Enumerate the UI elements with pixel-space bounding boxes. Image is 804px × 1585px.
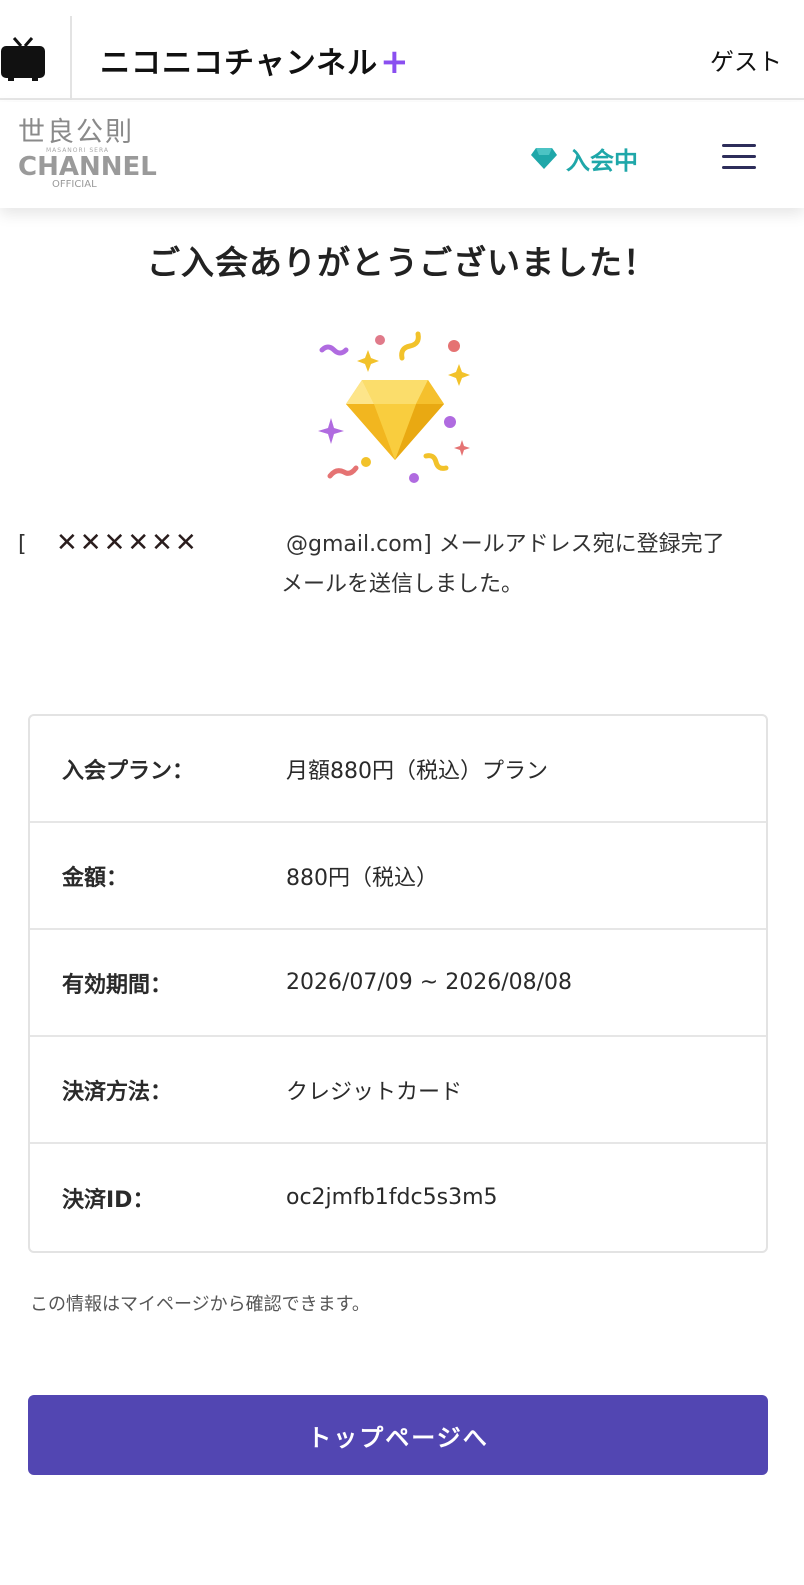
channel-header: 世良公則 MASANORI SERA CHANNEL OFFICIAL 入会中 <box>0 102 804 208</box>
amount-label: 金額： <box>62 865 129 891</box>
channel-logo-channel: CHANNEL <box>18 152 157 182</box>
channel-logo[interactable]: 世良公則 MASANORI SERA CHANNEL OFFICIAL <box>18 117 157 194</box>
go-to-top-page-button[interactable]: トップページへ <box>28 1395 768 1475</box>
celebration-diamond-icon <box>318 331 470 483</box>
member-status-label: 入会中 <box>566 146 638 175</box>
plan-label: 入会プラン： <box>62 758 195 784</box>
guest-user-link[interactable]: ゲスト <box>710 42 782 77</box>
period-value: 2026/07/09 ~ 2026/08/08 <box>286 970 573 995</box>
niconico-channel-logo[interactable]: ニコニコチャンネル+ <box>100 38 410 82</box>
tv-icon[interactable] <box>0 36 46 82</box>
payment-id-label: 決済ID： <box>62 1187 155 1213</box>
email-bracket: [ <box>18 532 27 557</box>
channel-logo-kanji: 世良公則 <box>18 117 134 148</box>
info-row-amount: 金額： 880円（税込） <box>30 823 766 930</box>
info-row-period: 有効期間： 2026/07/09 ~ 2026/08/08 <box>30 930 766 1037</box>
info-row-payment-id: 決済ID： oc2jmfb1fdc5s3m5 <box>30 1144 766 1251</box>
masked-email: ✕✕✕✕✕✕ <box>56 528 199 558</box>
amount-value: 880円（税込） <box>286 865 438 891</box>
header-divider <box>70 16 72 100</box>
period-label: 有効期間： <box>62 972 173 998</box>
email-sent-message-line2: メールを送信しました。 <box>280 572 523 597</box>
plan-value: 月額880円（税込）プラン <box>286 758 548 784</box>
global-header: ニコニコチャンネル+ ゲスト <box>0 0 804 100</box>
hamburger-menu-icon[interactable] <box>722 144 760 172</box>
brand-text: ニコニコチャンネル <box>100 46 379 81</box>
payment-id-value: oc2jmfb1fdc5s3m5 <box>286 1185 498 1210</box>
mypage-note: この情報はマイページから確認できます。 <box>30 1294 370 1315</box>
diamond-icon <box>531 148 557 169</box>
info-row-plan: 入会プラン： 月額880円（税込）プラン <box>30 716 766 823</box>
member-status-badge[interactable]: 入会中 <box>530 142 638 175</box>
email-sent-text: @gmail.com] メールアドレス宛に登録完了 <box>286 532 725 557</box>
brand-plus: + <box>380 42 410 82</box>
payment-method-value: クレジットカード <box>286 1079 463 1105</box>
membership-info-table: 入会プラン： 月額880円（税込）プラン 金額： 880円（税込） 有効期間： … <box>28 714 768 1253</box>
info-row-payment-method: 決済方法： クレジットカード <box>30 1037 766 1144</box>
payment-method-label: 決済方法： <box>62 1079 173 1105</box>
email-sent-message: [ ✕✕✕✕✕✕ @gmail.com] メールアドレス宛に登録完了 <box>18 528 798 560</box>
page-title: ご入会ありがとうございました！ <box>147 243 657 282</box>
